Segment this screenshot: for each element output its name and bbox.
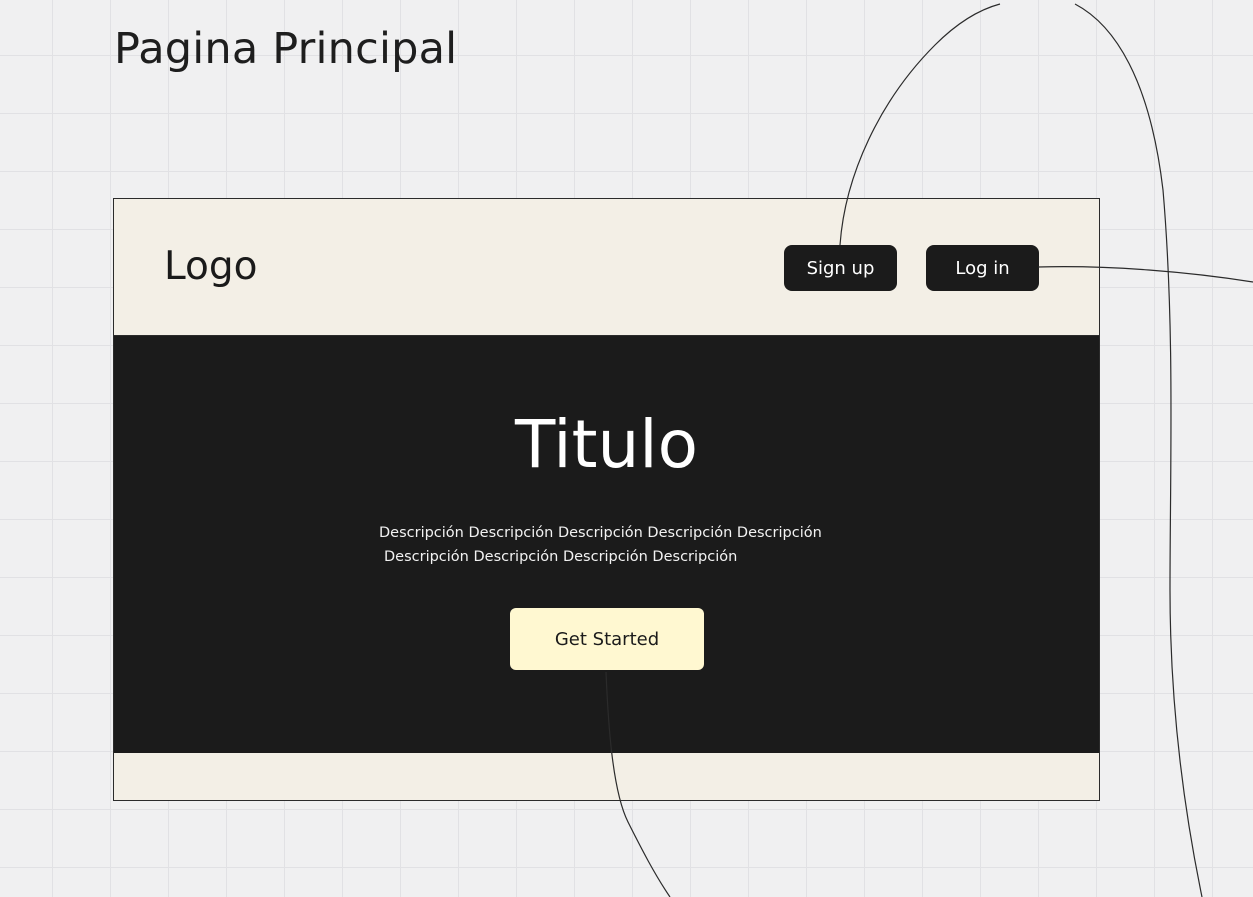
board-title: Pagina Principal (114, 24, 458, 74)
wireframe-footer (114, 753, 1099, 800)
hero-description-line: Descripción Descripción Descripción Desc… (384, 549, 738, 565)
login-button[interactable]: Log in (926, 245, 1039, 291)
signup-button[interactable]: Sign up (784, 245, 897, 291)
hero-description: Descripción Descripción Descripción Desc… (379, 521, 919, 569)
wireframe-header: Logo Sign up Log in (114, 199, 1099, 336)
get-started-button[interactable]: Get Started (510, 608, 704, 670)
hero-description-line: Descripción Descripción Descripción Desc… (379, 525, 822, 541)
logo: Logo (164, 244, 258, 289)
hero-section: Titulo Descripción Descripción Descripci… (114, 336, 1099, 753)
page-wireframe[interactable]: Logo Sign up Log in Titulo Descripción D… (113, 198, 1100, 801)
whiteboard-canvas[interactable]: Pagina Principal Logo Sign up Log in Tit… (0, 0, 1253, 897)
hero-title: Titulo (514, 406, 699, 483)
